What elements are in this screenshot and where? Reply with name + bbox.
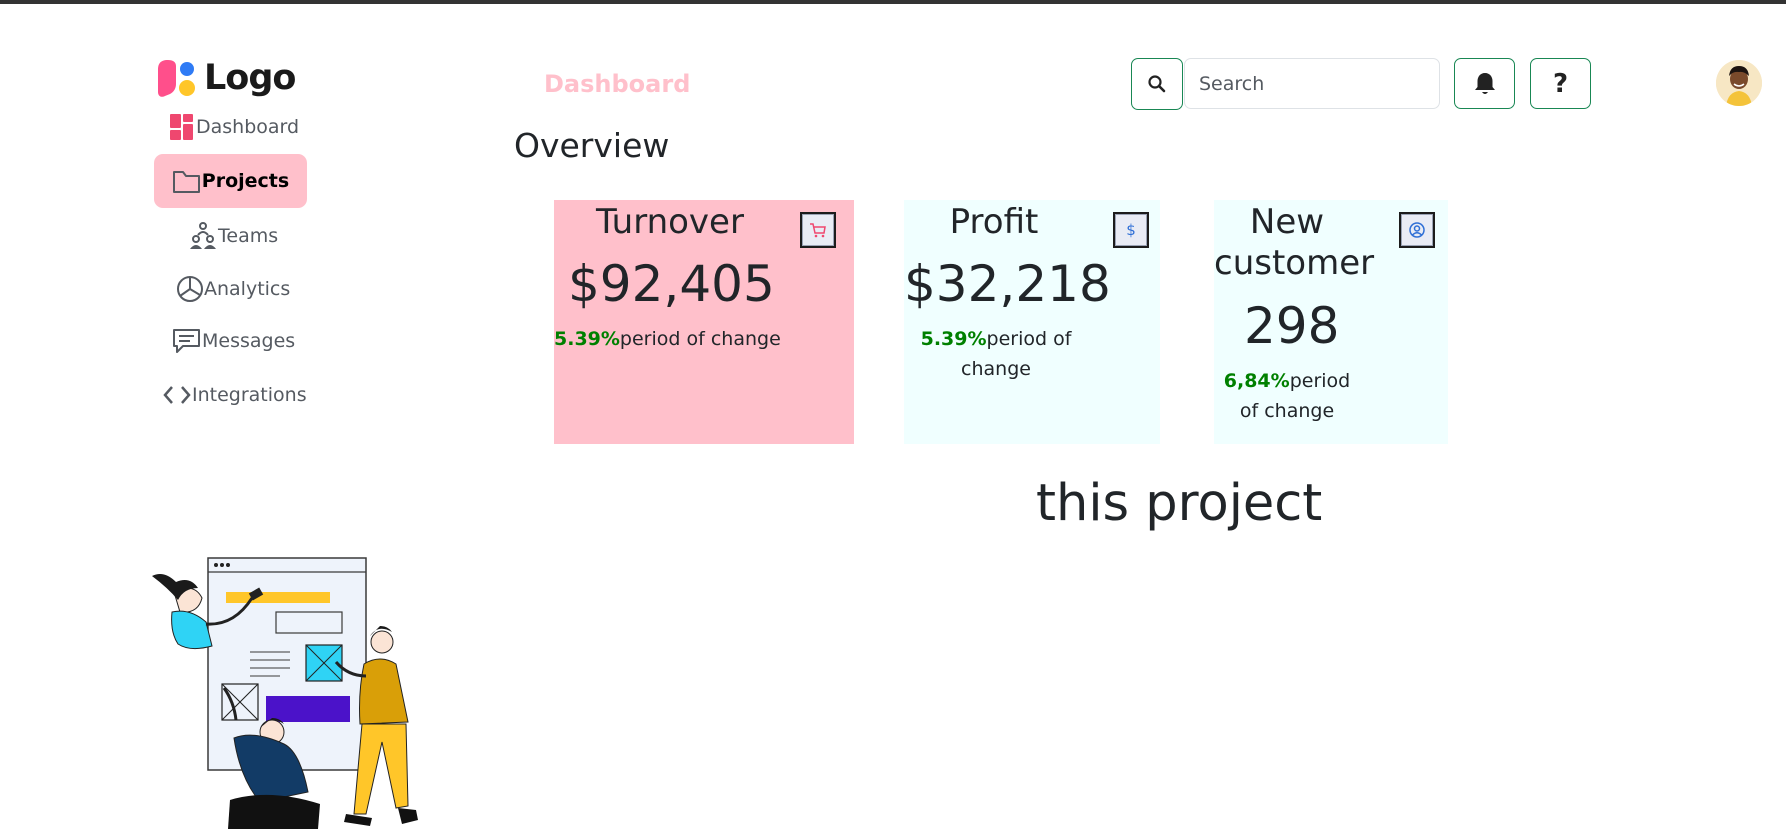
user-circle-icon: [1409, 222, 1425, 238]
logo-text: Logo: [204, 58, 296, 98]
search-input[interactable]: [1184, 58, 1440, 109]
sidebar-item-label: Dashboard: [196, 116, 300, 138]
sidebar-item-label: Messages: [202, 330, 296, 352]
card-icon-button[interactable]: [1399, 212, 1435, 248]
pie-chart-icon: [177, 276, 203, 302]
avatar[interactable]: [1716, 60, 1762, 106]
code-icon: [163, 386, 191, 404]
new-customer-card: New customer 298 6,84%period of change: [1214, 200, 1448, 444]
card-title: New customer: [1214, 202, 1375, 283]
card-title: Profit: [949, 202, 1039, 242]
folder-icon: [172, 171, 200, 193]
card-value: $92,405: [568, 255, 775, 313]
change-percent: 5.39%: [920, 328, 987, 350]
change-percent: 5.39%: [554, 328, 620, 350]
card-value: $32,218: [904, 255, 1111, 313]
user-avatar-icon: [1716, 60, 1762, 106]
card-title: Turnover: [596, 202, 744, 242]
profit-card: Profit $ $32,218 5.39%period of change: [904, 200, 1160, 444]
card-change: 5.39%period of change: [914, 324, 1078, 384]
cart-icon: [810, 223, 826, 238]
sidebar-item-messages[interactable]: Messages: [172, 326, 295, 356]
card-icon-button[interactable]: $: [1113, 212, 1149, 248]
search-icon: [1148, 75, 1166, 93]
logo-mark-icon: [158, 60, 195, 97]
sidebar-item-teams[interactable]: Teams: [188, 220, 278, 252]
sidebar-item-label: Projects: [201, 170, 290, 192]
dollar-icon: $: [1126, 221, 1136, 239]
page-title: Dashboard: [544, 70, 691, 98]
bell-icon: [1474, 72, 1495, 94]
sidebar-item-label: Integrations: [192, 384, 307, 406]
sidebar-item-integrations[interactable]: Integrations: [162, 380, 307, 410]
top-border: [0, 0, 1786, 4]
sidebar-item-label: Analytics: [204, 278, 291, 300]
change-label: period of change: [619, 328, 781, 350]
logo[interactable]: Logo: [156, 58, 296, 98]
search-button[interactable]: [1131, 58, 1183, 110]
sidebar-item-analytics[interactable]: Analytics: [176, 274, 290, 304]
card-icon-button[interactable]: [800, 212, 836, 248]
dashboard-grid-icon: [170, 114, 193, 140]
sidebar-item-dashboard[interactable]: Dashboard: [168, 112, 299, 142]
illustration-image: [152, 557, 418, 829]
section-heading: Overview: [514, 126, 670, 165]
project-heading: this project: [1036, 474, 1323, 533]
notifications-button[interactable]: [1454, 58, 1515, 109]
card-change: 6,84%period of change: [1214, 366, 1360, 426]
sidebar-item-label: Teams: [218, 225, 279, 247]
team-illustration: [150, 552, 430, 829]
message-icon: [173, 329, 200, 353]
change-percent: 6,84%: [1223, 370, 1290, 392]
card-change: 5.39%period of change: [554, 324, 781, 354]
turnover-card: Turnover $92,405 5.39%period of change: [554, 200, 854, 444]
help-button[interactable]: ?: [1530, 58, 1591, 109]
card-value: 298: [1244, 297, 1340, 355]
teams-icon: [190, 222, 216, 249]
sidebar-item-projects[interactable]: Projects: [154, 154, 307, 208]
